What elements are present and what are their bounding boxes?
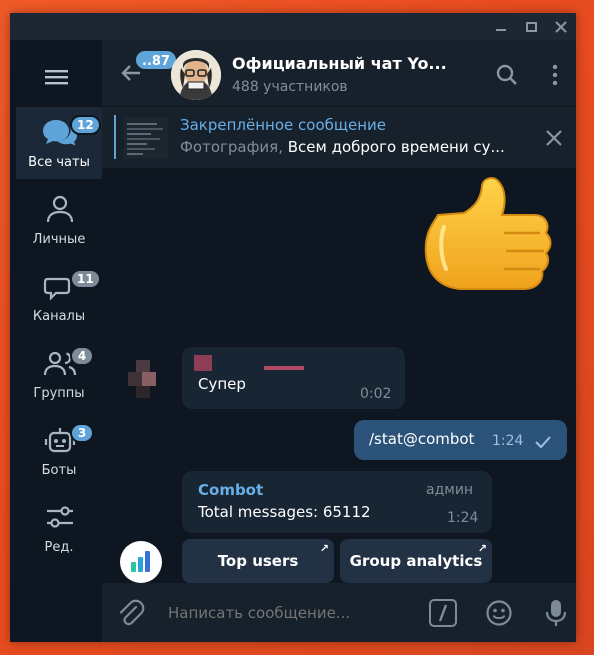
outgoing-message[interactable]: /stat@combot 1:24 [354, 420, 567, 460]
folder-label: Группы [33, 386, 85, 401]
folder-all-chats[interactable]: 12 Все чаты [16, 107, 102, 179]
external-link-icon: ↗ [319, 542, 329, 555]
folder-personal[interactable]: Личные [16, 184, 102, 256]
member-count: 488 участников [232, 79, 348, 95]
bar-chart-icon [131, 551, 150, 572]
folder-edit[interactable]: Ред. [16, 492, 102, 564]
folders-sidebar: 12 Все чаты Личные 11 Каналы 4 Группы 3 … [10, 40, 102, 642]
chat-header: ..87 Официальный чат Yo... 488 участнико… [102, 40, 576, 107]
message-time: 1:24 [492, 433, 524, 449]
folder-label: Боты [41, 463, 77, 478]
message-list: Супер 0:02 /stat@combot 1:24 Combot адми… [102, 169, 576, 583]
unread-badge: 12 [70, 115, 101, 135]
inline-button-label: Group analytics [349, 552, 483, 570]
title-bar [10, 13, 576, 40]
more-vertical-icon [552, 64, 558, 86]
more-button[interactable] [542, 62, 568, 88]
emoji-button[interactable] [484, 598, 514, 628]
microphone-icon [545, 600, 567, 626]
folder-label: Личные [32, 232, 86, 247]
sliders-icon [47, 506, 73, 528]
menu-button[interactable] [40, 65, 74, 89]
search-icon [496, 64, 517, 85]
chat-avatar[interactable] [171, 50, 221, 100]
attach-button[interactable] [116, 598, 146, 628]
message-time: 0:02 [360, 386, 392, 402]
reply-preview [194, 355, 314, 371]
minimize-button[interactable] [486, 13, 516, 40]
pinned-preview-text: Всем доброго времени су... [287, 138, 505, 156]
check-icon [535, 436, 551, 449]
pinned-title: Закреплённое сообщение [180, 116, 387, 134]
close-icon [546, 130, 562, 146]
bot-message[interactable]: Combot админ Total messages: 65112 1:24 [182, 471, 492, 533]
pinned-media-type: Фотография, [180, 138, 283, 156]
incoming-message[interactable]: Супер 0:02 [182, 347, 405, 409]
message-composer [102, 583, 576, 642]
telegram-window: 12 Все чаты Личные 11 Каналы 4 Группы 3 … [10, 13, 576, 642]
search-button[interactable] [494, 62, 520, 88]
chat-title[interactable]: Официальный чат Yo... [232, 54, 447, 73]
message-text: /stat@combot [369, 430, 475, 448]
unread-badge: 3 [70, 423, 94, 443]
unread-badge: 4 [70, 346, 94, 366]
inline-button-group-analytics[interactable]: Group analytics ↗ [340, 539, 492, 583]
thumbs-up-icon [424, 177, 552, 290]
close-window-button[interactable] [546, 13, 576, 40]
paperclip-icon [119, 599, 145, 626]
person-icon [46, 195, 74, 223]
voice-button[interactable] [541, 597, 571, 629]
pinned-message-bar[interactable]: Закреплённое сообщение Фотография, Всем … [102, 107, 576, 169]
folder-channels[interactable]: 11 Каналы [16, 261, 102, 333]
folder-bots[interactable]: 3 Боты [16, 415, 102, 487]
message-text: Total messages: 65112 [198, 503, 371, 521]
slash-command-icon [438, 604, 448, 622]
hamburger-icon [45, 70, 68, 85]
message-time: 1:24 [447, 510, 479, 526]
sender-avatar[interactable] [122, 358, 164, 400]
sender-name[interactable]: Combot [198, 481, 263, 499]
inline-button-label: Top users [217, 552, 299, 570]
bot-commands-button[interactable] [429, 599, 457, 627]
combot-avatar[interactable] [120, 541, 162, 583]
folder-groups[interactable]: 4 Группы [16, 338, 102, 410]
folder-label: Все чаты [28, 155, 90, 170]
folder-label: Ред. [44, 540, 74, 555]
maximize-button[interactable] [516, 13, 546, 40]
folder-label: Каналы [32, 309, 86, 324]
sticker-message[interactable] [414, 175, 554, 295]
external-link-icon: ↗ [477, 542, 487, 555]
message-text: Супер [198, 375, 246, 393]
message-input[interactable] [168, 601, 428, 625]
admin-label: админ [426, 482, 474, 498]
pinned-indicator [114, 115, 116, 159]
unread-badge: 11 [70, 269, 101, 289]
pinned-preview: Фотография, Всем доброго времени су... [180, 138, 505, 156]
close-pinned-button[interactable] [543, 127, 565, 149]
smile-icon [486, 600, 512, 626]
inline-button-top-users[interactable]: Top users ↗ [182, 539, 334, 583]
pinned-thumbnail [124, 117, 168, 159]
